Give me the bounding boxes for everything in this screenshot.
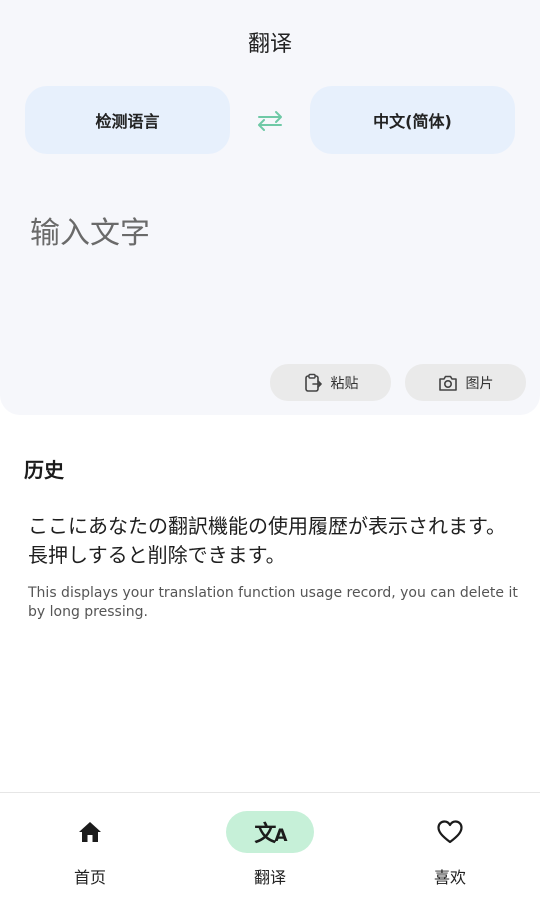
nav-item-home[interactable]: 首页: [0, 793, 180, 901]
target-language-button[interactable]: 中文(简体): [310, 86, 515, 154]
history-heading: 历史: [24, 458, 64, 482]
translate-panel: 翻译 检测语言 中文(简体) 输入文字 粘贴 图片: [0, 0, 540, 415]
source-language-button[interactable]: 检测语言: [25, 86, 230, 154]
swap-arrows-icon: [258, 111, 282, 131]
swap-languages-button[interactable]: [252, 104, 288, 138]
nav-item-favorites[interactable]: 喜欢: [360, 793, 540, 901]
nav-label-translate: 翻译: [253, 868, 286, 887]
nav-active-indicator: 文A: [226, 811, 314, 853]
text-input[interactable]: 输入文字: [30, 208, 510, 348]
translate-icon: 文A: [254, 822, 287, 847]
nav-label-home: 首页: [73, 868, 106, 887]
paste-button[interactable]: 粘贴: [270, 364, 391, 401]
image-button[interactable]: 图片: [405, 364, 526, 401]
image-label: 图片: [465, 375, 494, 392]
history-empty-message: ここにあなたの翻訳機能の使用履歴が表示されます。長押しすると削除できます。: [28, 514, 506, 567]
history-empty-subtext: This displays your translation function …: [28, 585, 518, 620]
paste-label: 粘贴: [330, 375, 359, 392]
nav-label-favorites: 喜欢: [433, 868, 466, 887]
bottom-navigation: 首页 文A 翻译 喜欢: [0, 792, 540, 901]
heart-icon: [437, 820, 463, 844]
home-icon: [79, 822, 101, 842]
nav-item-translate[interactable]: 文A 翻译: [180, 793, 360, 901]
camera-icon: [438, 375, 457, 391]
clipboard-icon: [304, 373, 322, 392]
page-title: 翻译: [247, 32, 292, 57]
